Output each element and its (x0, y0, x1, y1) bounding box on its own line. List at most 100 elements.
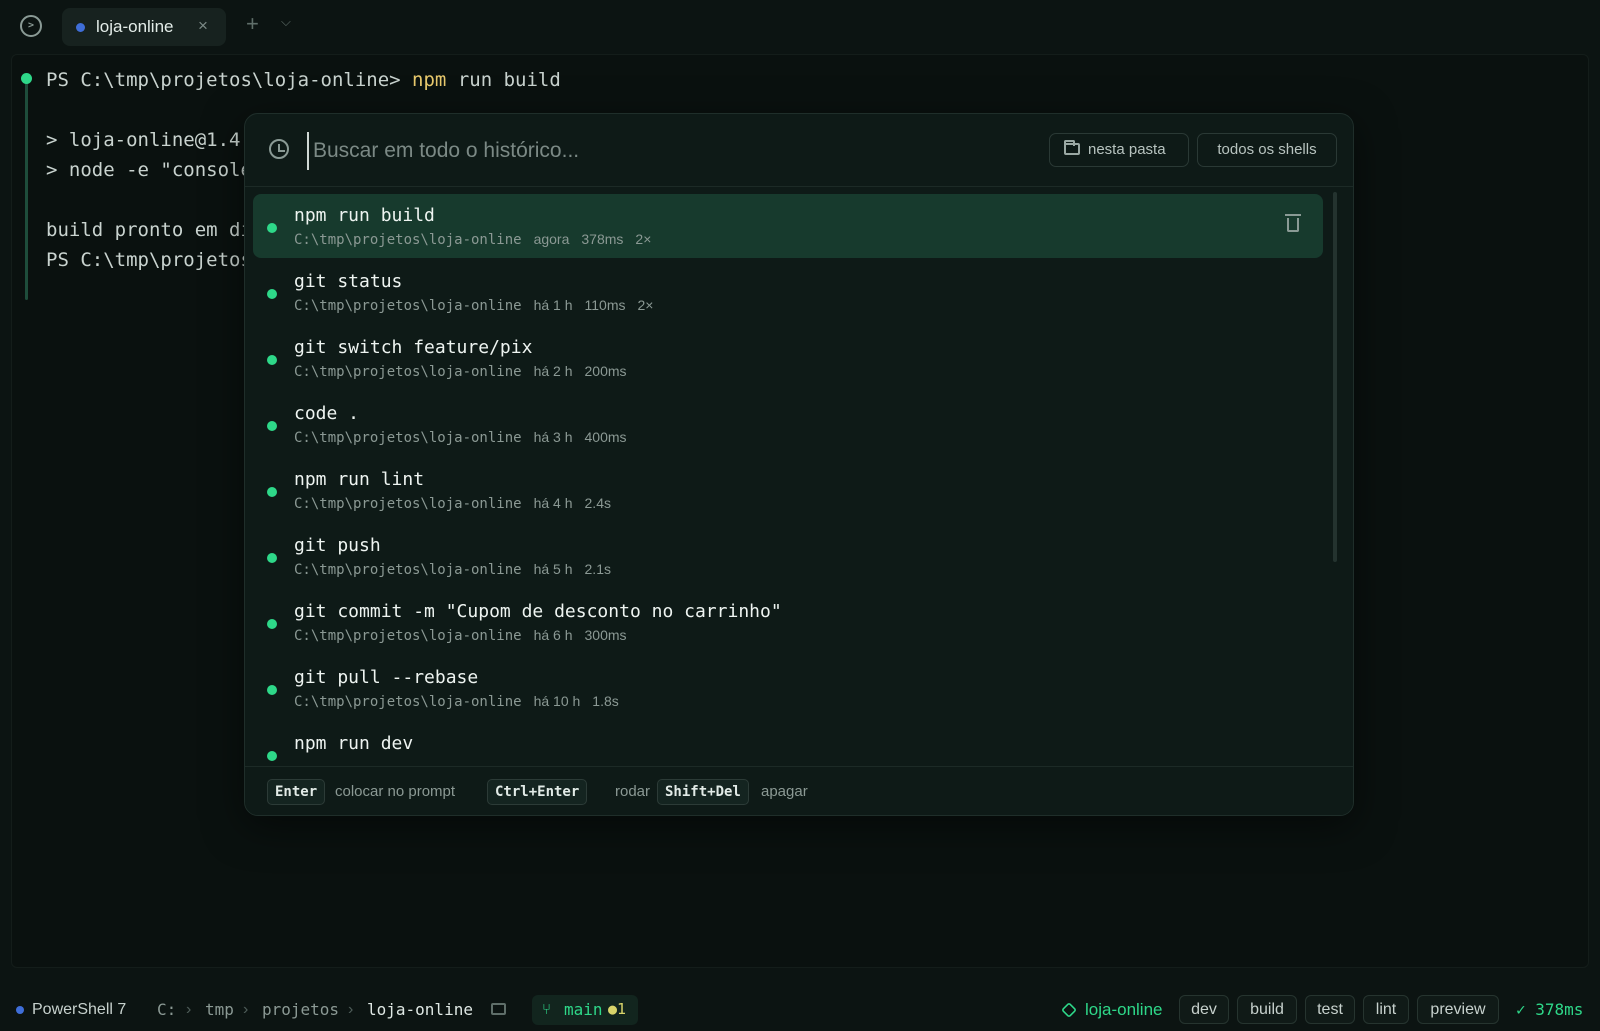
terminal-icon[interactable]: > (20, 15, 42, 37)
exit-status-dot (267, 685, 277, 695)
script-dev-button[interactable]: dev (1179, 995, 1229, 1024)
history-item-path: C:\tmp\projetos\loja-online (294, 232, 522, 248)
breadcrumb-separator: › (348, 1001, 354, 1018)
project-name[interactable]: loja-online (1085, 990, 1163, 1030)
script-build-button[interactable]: build (1237, 995, 1297, 1024)
exit-status-dot (267, 751, 277, 761)
prompt-path: PS C:\tmp\projetos\loja-online> (46, 69, 413, 91)
history-item-count: 2× (637, 297, 654, 313)
history-item-path: C:\tmp\projetos\loja-online (294, 364, 522, 380)
script-test-button[interactable]: test (1305, 995, 1355, 1024)
chevron-down-icon[interactable]: ⌵ (281, 14, 291, 30)
shortcut-hints: Enter colocar no prompt Ctrl+Enter rodar… (245, 766, 1353, 815)
breadcrumb-drive[interactable]: C: (157, 990, 176, 1030)
breadcrumb-loja-online[interactable]: loja-online (367, 990, 473, 1030)
filter-this-folder-button[interactable]: nesta pasta (1049, 133, 1189, 167)
history-item-path: C:\tmp\projetos\loja-online (294, 562, 522, 578)
history-item-time: há 4 h (533, 495, 573, 511)
terminal-prompt-line: PS C:\tmp\projetos\loja-online> npm run … (46, 69, 561, 91)
history-item[interactable]: git switch feature/pix C:\tmp\projetos\lo… (253, 326, 1323, 390)
history-item-meta: C:\tmp\projetos\loja-online agora 378ms 2× (294, 231, 663, 248)
exit-status-dot (267, 289, 277, 299)
history-item-duration: 2.1s (584, 561, 611, 577)
shell-status-dot (16, 1006, 24, 1014)
history-item-meta: C:\tmp\projetos\loja-online há 10 h 1.8s (294, 693, 631, 710)
trash-icon[interactable] (1285, 214, 1301, 232)
open-folder-icon[interactable] (491, 1003, 506, 1015)
terminal-prompt-line: PS C:\tmp\projetos (46, 249, 252, 271)
history-item-time: há 1 h (533, 297, 573, 313)
tab-loja-online[interactable]: loja-online × (62, 8, 226, 46)
breadcrumb-projetos[interactable]: projetos (262, 990, 339, 1030)
history-item-command: npm run dev (294, 733, 414, 754)
history-item[interactable]: git push C:\tmp\projetos\loja-online há 5 … (253, 524, 1323, 588)
history-item-time: há 3 h (533, 429, 573, 445)
history-item-duration: 2.4s (584, 495, 611, 511)
history-item-path: C:\tmp\projetos\loja-online (294, 694, 522, 710)
history-item-time: há 6 h (533, 627, 573, 643)
history-item-command: code . (294, 403, 360, 424)
history-item-meta: C:\tmp\projetos\loja-online há 5 h 2.1s (294, 561, 623, 578)
history-item-time: agora (533, 231, 570, 247)
add-tab-icon[interactable]: + (246, 12, 259, 36)
history-item[interactable]: code . C:\tmp\projetos\loja-online há 3 h 4… (253, 392, 1323, 456)
history-item-duration: 300ms (584, 627, 627, 643)
history-item-meta: C:\tmp\projetos\loja-online há 3 h 400ms (294, 429, 639, 446)
last-command-result: ✓ 378ms (1516, 1000, 1584, 1019)
exit-status-dot (267, 553, 277, 563)
history-item-command: git commit -m "Cupom de desconto no carr… (294, 601, 782, 622)
history-item-time: há 10 h (533, 693, 581, 709)
breadcrumb-separator: › (186, 1001, 192, 1018)
history-item-duration: 110ms (584, 297, 626, 313)
git-branch-icon: ⑂ (542, 1001, 552, 1018)
history-item-time: há 2 h (533, 363, 573, 379)
history-item-command: git status (294, 271, 403, 292)
history-item-path: C:\tmp\projetos\loja-online (294, 430, 522, 446)
history-item-command: git switch feature/pix (294, 337, 533, 358)
breadcrumb-tmp[interactable]: tmp (205, 990, 234, 1030)
filter-all-shells-button[interactable]: todos os shells (1197, 133, 1337, 167)
history-item-path: C:\tmp\projetos\loja-online (294, 496, 522, 512)
history-item-duration: 1.8s (592, 693, 619, 709)
exit-status-dot (267, 487, 277, 497)
history-item-duration: 378ms (581, 231, 624, 247)
command-block-marker (25, 80, 28, 300)
history-item-command: git pull --rebase (294, 667, 479, 688)
history-search-input[interactable] (307, 132, 965, 170)
history-search-popup: nesta pasta todos os shells npm run buil… (244, 113, 1354, 816)
tab-status-dot (76, 23, 85, 32)
filter-label: todos os shells (1217, 141, 1317, 158)
history-item[interactable]: git commit -m "Cupom de desconto no carr… (253, 590, 1323, 654)
shell-name[interactable]: PowerShell 7 (32, 990, 126, 1030)
hint-ctrl-enter: rodar (615, 783, 651, 800)
history-item[interactable]: npm run lint C:\tmp\projetos\loja-online h… (253, 458, 1323, 522)
history-item-duration: 200ms (584, 363, 627, 379)
exit-status-dot (267, 421, 277, 431)
history-item[interactable]: npm run build C:\tmp\projetos\loja-online… (253, 194, 1323, 258)
history-item-time: há 5 h (533, 561, 573, 577)
history-item-meta: C:\tmp\projetos\loja-online há 6 h 300ms (294, 627, 639, 644)
exit-status-dot (267, 223, 277, 233)
history-item-duration: 400ms (584, 429, 627, 445)
script-preview-button[interactable]: preview (1417, 995, 1499, 1024)
history-item-path: C:\tmp\projetos\loja-online (294, 298, 522, 314)
history-item-path: C:\tmp\projetos\loja-online (294, 628, 522, 644)
kbd-shift-del: Shift+Del (657, 779, 749, 805)
git-branch-pill[interactable]: ⑂ main ●1 (532, 995, 638, 1025)
tab-bar: > loja-online × + ⌵ (0, 0, 1600, 54)
history-item[interactable]: git pull --rebase C:\tmp\projetos\loja-on… (253, 656, 1323, 720)
folder-icon (1064, 140, 1080, 155)
tab-label: loja-online (96, 17, 174, 36)
history-item[interactable]: git status C:\tmp\projetos\loja-online há … (253, 260, 1323, 324)
terminal-output-line: > node -e "console (46, 159, 252, 181)
history-item-count: 2× (635, 231, 652, 247)
history-item-command: npm run lint (294, 469, 425, 490)
scrollbar[interactable] (1333, 192, 1337, 562)
close-icon[interactable]: × (198, 16, 208, 36)
exit-status-dot (267, 619, 277, 629)
kbd-ctrl-enter: Ctrl+Enter (487, 779, 588, 805)
script-lint-button[interactable]: lint (1363, 995, 1409, 1024)
history-icon (269, 139, 289, 159)
history-item-command: npm run build (294, 205, 435, 226)
command-status-dot (21, 73, 32, 84)
